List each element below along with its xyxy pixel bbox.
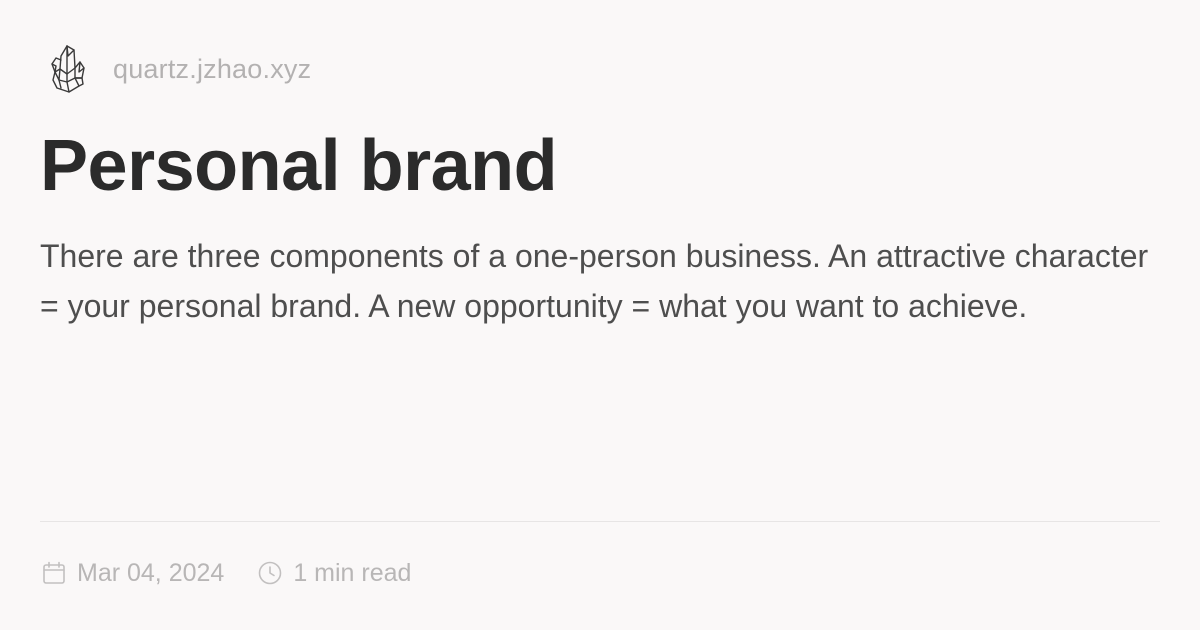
read-time-meta: 1 min read (257, 559, 411, 588)
divider (40, 521, 1160, 522)
page-title: Personal brand (40, 126, 558, 206)
page-meta: Mar 04, 2024 1 min read (41, 555, 411, 591)
clock-icon (259, 561, 282, 585)
date-meta: Mar 04, 2024 (41, 559, 224, 588)
og-card: quartz.jzhao.xyz Personal brand There ar… (0, 0, 1200, 630)
site-header: quartz.jzhao.xyz (47, 42, 311, 96)
read-time: 1 min read (293, 558, 412, 587)
publish-date: Mar 04, 2024 (77, 558, 225, 587)
site-name: quartz.jzhao.xyz (113, 53, 312, 84)
crystal-icon (51, 45, 85, 93)
calendar-icon (43, 561, 65, 584)
page-description: There are three components of a one-pers… (40, 238, 1149, 324)
